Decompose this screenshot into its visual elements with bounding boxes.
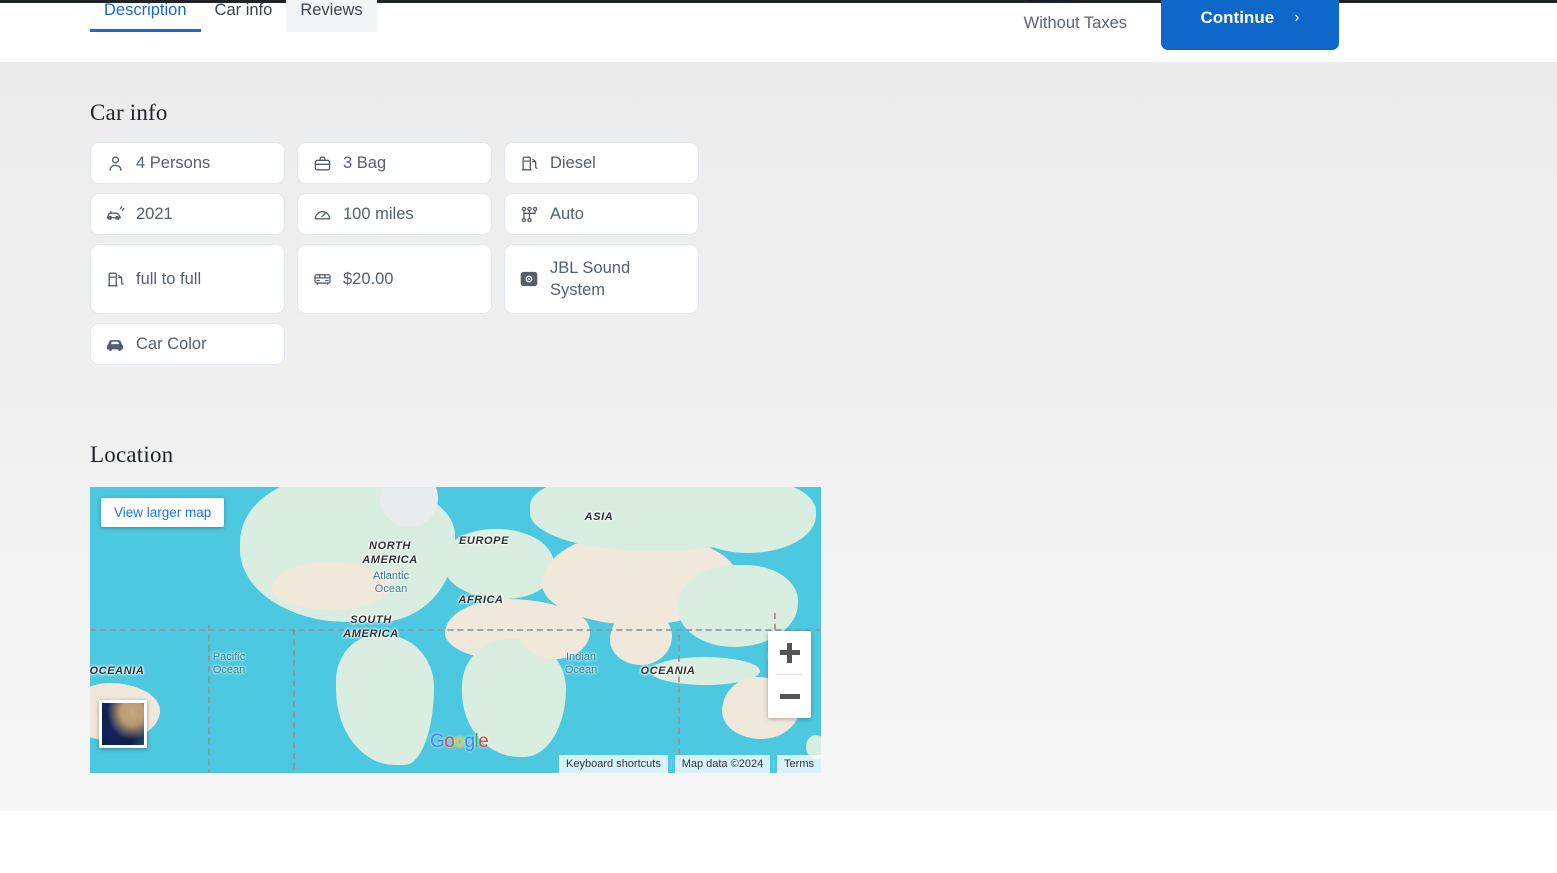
car-info-heading: Car info	[90, 100, 168, 125]
chip-price[interactable]: $20.00	[297, 244, 492, 314]
fuel-pump-icon	[105, 269, 125, 289]
land-usa-south	[272, 562, 392, 610]
view-larger-map-button[interactable]: View larger map	[101, 498, 225, 527]
chip-sound-system[interactable]: JBL Sound System	[504, 244, 699, 314]
chip-bags-label: 3 Bag	[343, 154, 387, 172]
footer-divider-2: |	[772, 758, 776, 770]
chip-fuel-type[interactable]: Diesel	[504, 142, 699, 184]
map-zoom-controls	[768, 631, 811, 718]
chip-mileage-label: 100 miles	[343, 205, 414, 223]
chip-car-color-label: Car Color	[136, 335, 207, 353]
chip-transmission[interactable]: Auto	[504, 193, 699, 235]
tab-description-label: Description	[104, 1, 187, 19]
chip-sound-system-label: JBL Sound System	[550, 259, 631, 299]
tab-bar: Description Car info Reviews	[90, 0, 377, 32]
chip-persons[interactable]: 4 Persons	[90, 142, 285, 184]
minibus-icon	[312, 269, 332, 289]
google-logo-g2: g	[464, 731, 475, 752]
google-logo-o1: o	[444, 731, 455, 752]
sticky-header: Description Car info Reviews Total: With…	[0, 0, 1557, 62]
maritime-boundary-2	[293, 629, 295, 769]
car-info-chip-grid: 4 Persons 3 Bag Diesel 2021 100 miles Au…	[90, 142, 700, 365]
fuel-pump-icon	[519, 153, 539, 173]
land-india	[610, 609, 672, 665]
tab-reviews-label: Reviews	[300, 1, 363, 19]
gear-shift-icon	[519, 204, 539, 224]
chip-price-label: $20.00	[343, 270, 394, 288]
next-section-heading-cutoff	[90, 862, 96, 873]
total-label: Total:	[1024, 0, 1127, 7]
satellite-view-toggle[interactable]	[99, 700, 147, 748]
continue-button[interactable]: Continue ›	[1161, 0, 1339, 50]
maritime-boundary-3	[678, 635, 680, 765]
map-label-oceania-west: OCEANIA	[90, 665, 145, 677]
continue-button-label: Continue	[1200, 7, 1275, 27]
location-map[interactable]: NORTH AMERICA SOUTH AMERICA EUROPE AFRICA …	[90, 487, 821, 773]
location-heading: Location	[90, 442, 174, 467]
satellite-thumbnail-image	[102, 703, 144, 745]
chip-mileage[interactable]: 100 miles	[297, 193, 492, 235]
minus-icon	[779, 694, 800, 699]
chip-car-color[interactable]: Car Color	[90, 323, 285, 365]
chip-fuel-type-label: Diesel	[550, 154, 596, 172]
maritime-boundary-1	[208, 625, 210, 773]
page-content: Car info 4 Persons 3 Bag Diesel 2021 100…	[0, 62, 1557, 811]
map-zoom-in-button[interactable]	[768, 631, 811, 674]
car-year-icon	[105, 204, 125, 224]
tab-reviews[interactable]: Reviews	[286, 0, 377, 32]
land-europe	[442, 529, 554, 599]
map-attribution-bar: Keyboard shortcuts | Map data ©2024 | Te…	[559, 755, 821, 773]
equator-dashed-line	[90, 629, 821, 631]
briefcase-icon	[312, 153, 332, 173]
map-zoom-out-button[interactable]	[768, 675, 811, 718]
chip-fuel-policy[interactable]: full to full	[90, 244, 285, 314]
tab-car-info-label: Car info	[214, 1, 273, 19]
chip-bags[interactable]: 3 Bag	[297, 142, 492, 184]
speedometer-icon	[312, 204, 332, 224]
google-logo: Google	[430, 731, 489, 753]
chip-persons-label: 4 Persons	[136, 154, 211, 172]
google-logo-g1: G	[430, 731, 445, 752]
terms-link[interactable]: Terms	[777, 755, 821, 773]
map-data-label: Map data ©2024	[674, 755, 771, 773]
chip-transmission-label: Auto	[550, 205, 584, 223]
land-south-america	[336, 635, 434, 765]
chip-fuel-policy-label: full to full	[136, 270, 202, 288]
plus-icon-vertical	[787, 642, 792, 663]
tab-car-info[interactable]: Car info	[201, 0, 287, 32]
google-logo-e: e	[478, 731, 489, 752]
footer-divider-1: |	[669, 758, 673, 770]
map-label-pacific-ocean: Pacific Ocean	[212, 651, 246, 676]
google-logo-o2: o	[454, 731, 465, 752]
chip-year[interactable]: 2021	[90, 193, 285, 235]
land-arabia	[520, 607, 590, 659]
person-icon	[105, 153, 125, 173]
total-without-taxes-label: Without Taxes	[1023, 14, 1127, 32]
keyboard-shortcuts-link[interactable]: Keyboard shortcuts	[559, 755, 668, 773]
speaker-icon	[519, 269, 539, 289]
chip-year-label: 2021	[136, 205, 173, 223]
car-color-icon	[105, 334, 125, 354]
tab-description[interactable]: Description	[90, 0, 201, 32]
chevron-right-icon: ›	[1294, 8, 1300, 26]
total-block: Total: Without Taxes	[1024, 0, 1127, 35]
